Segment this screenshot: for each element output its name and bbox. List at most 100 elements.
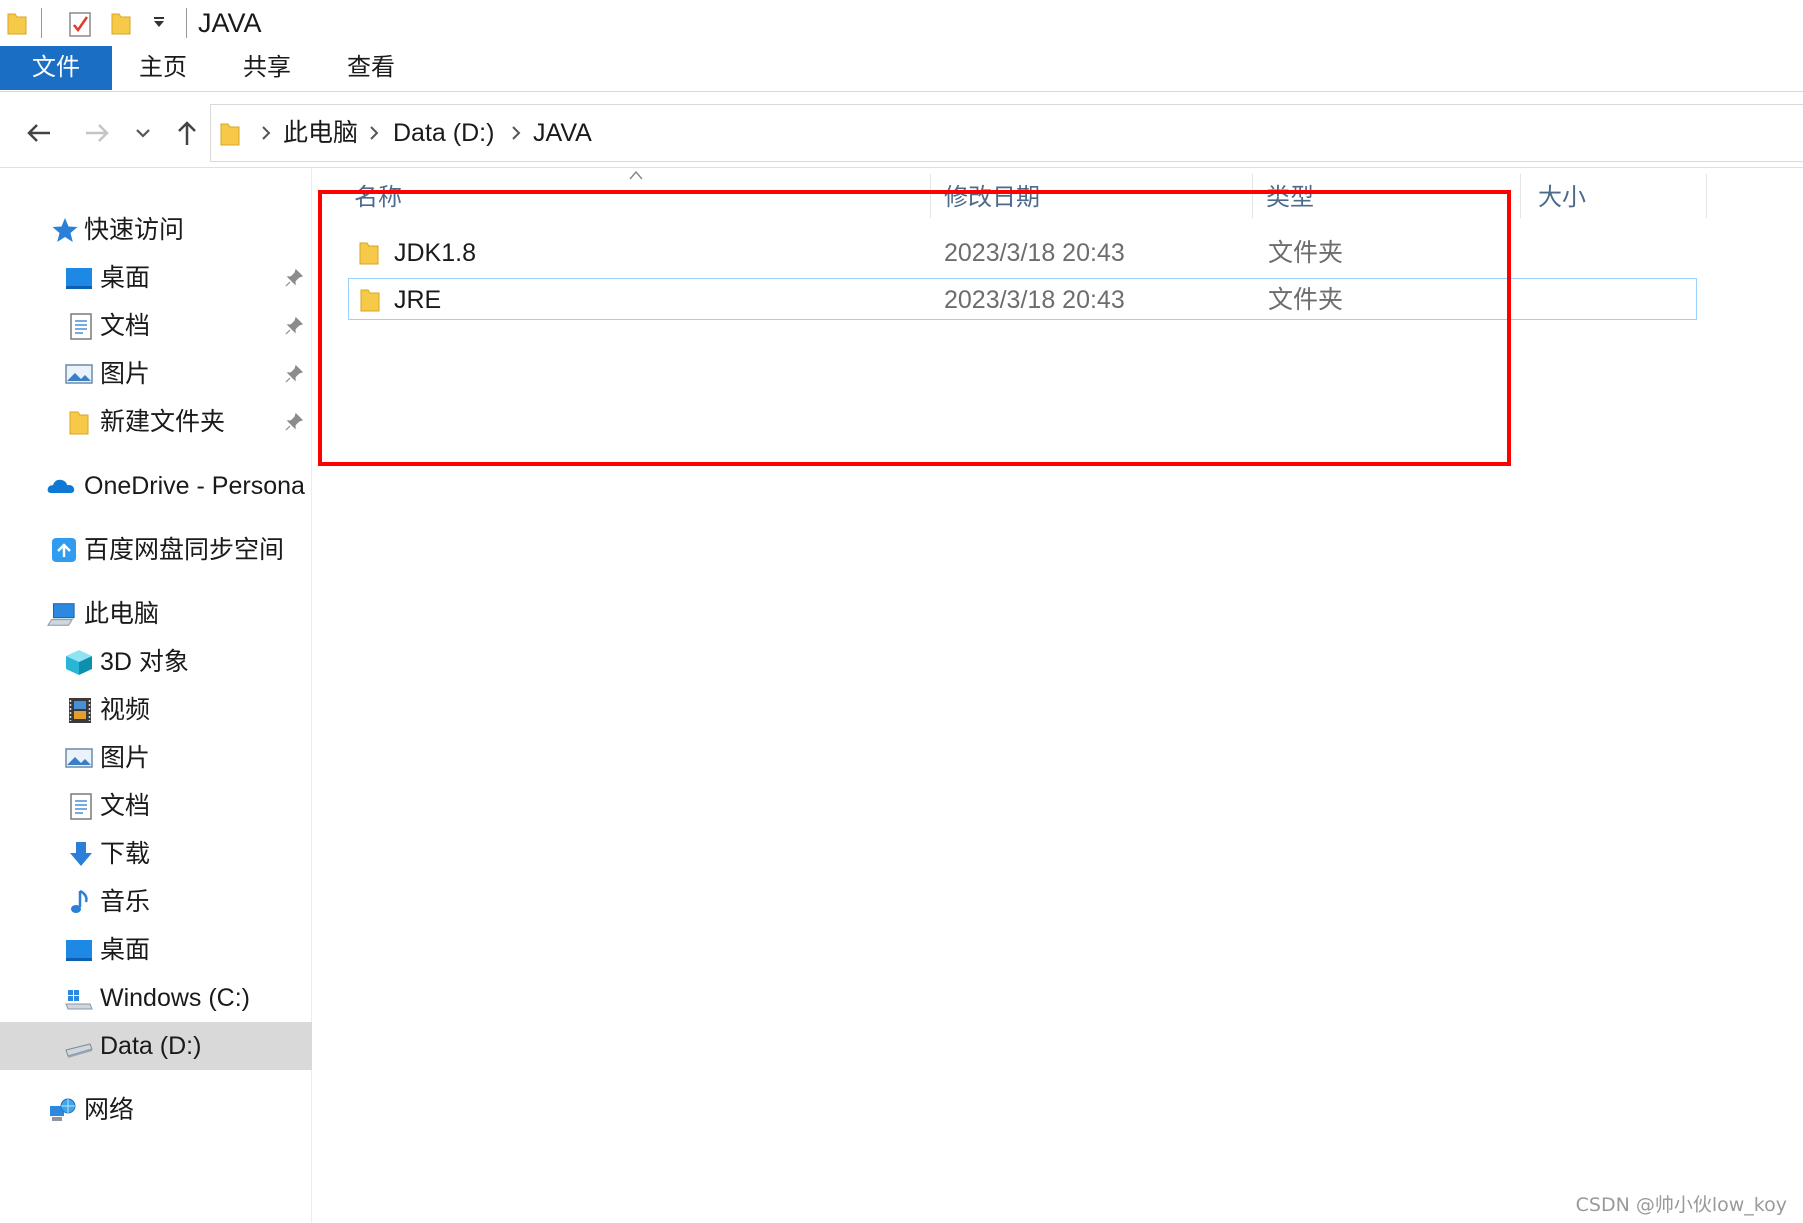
sort-ascending-caret-icon [629,170,643,180]
chevron-right-icon[interactable] [259,125,273,141]
column-header-size[interactable]: 大小 [1538,178,1586,218]
sidebar-item-label: 桌面 [100,264,151,292]
sidebar-item-label: 桌面 [100,936,151,964]
sidebar-item-baidu-sync[interactable]: 百度网盘同步空间 [0,526,312,574]
pictures-icon [65,748,93,768]
sidebar-item-label: 网络 [84,1096,135,1124]
address-bar[interactable]: 此电脑 Data (D:) JAVA [210,104,1803,162]
sidebar-item-music[interactable]: 音乐 [0,878,312,926]
column-divider[interactable] [1520,174,1521,218]
sidebar-item-documents-pc[interactable]: 文档 [0,782,312,830]
chevron-right-icon[interactable] [367,125,381,141]
customize-dropdown-icon[interactable] [152,16,166,28]
music-icon [71,889,88,913]
documents-icon [70,793,92,820]
sidebar-item-label: 文档 [100,792,151,820]
tab-home[interactable]: 主页 [130,46,196,90]
documents-icon [70,313,92,340]
sidebar-item-onedrive[interactable]: OneDrive - Persona [0,462,312,510]
pin-icon[interactable] [284,268,304,288]
file-row[interactable]: JDK1.8 2023/3/18 20:43 文件夹 [348,232,1697,274]
onedrive-cloud-icon [47,479,75,494]
column-header-name[interactable]: 名称 [354,178,402,218]
column-divider[interactable] [1252,174,1253,218]
sidebar-item-new-folder[interactable]: 新建文件夹 [0,398,312,446]
sidebar-item-label: 图片 [100,744,151,772]
file-modified-date: 2023/3/18 20:43 [944,239,1125,267]
file-name: JRE [394,286,442,314]
sidebar-item-windows-c[interactable]: Windows (C:) [0,974,312,1022]
sidebar-item-label: 下载 [100,840,151,868]
file-row[interactable]: JRE 2023/3/18 20:43 文件夹 [348,278,1697,320]
tab-view[interactable]: 查看 [338,46,404,90]
column-divider[interactable] [930,174,931,218]
recent-locations-chevron-down-icon[interactable] [134,124,152,142]
sidebar-item-label: 新建文件夹 [100,408,226,436]
folder-icon [359,242,379,265]
baidu-netdisk-icon [52,538,76,562]
sidebar-item-3d-objects[interactable]: 3D 对象 [0,638,312,686]
drive-icon [65,1043,93,1058]
sidebar-item-network[interactable]: 网络 [0,1086,312,1134]
sidebar-item-desktop[interactable]: 桌面 [0,254,312,302]
sidebar-item-pictures-pc[interactable]: 图片 [0,734,312,782]
column-divider[interactable] [1706,174,1707,218]
sidebar-item-data-d[interactable]: Data (D:) [0,1022,312,1070]
sidebar-item-downloads[interactable]: 下载 [0,830,312,878]
sidebar-item-label: 音乐 [100,888,151,916]
pin-icon[interactable] [284,316,304,336]
downloads-icon [70,842,92,866]
title-bar: JAVA [0,0,1803,46]
tab-share[interactable]: 共享 [234,46,300,90]
sidebar-item-label: 快速访问 [84,216,185,244]
column-header-modified[interactable]: 修改日期 [944,178,1040,218]
up-arrow-icon[interactable] [172,118,202,148]
chevron-right-icon[interactable] [509,125,523,141]
computer-icon [46,603,75,626]
pictures-icon [65,364,93,384]
column-header-type[interactable]: 类型 [1266,178,1314,218]
file-list-view: 名称 修改日期 类型 大小 JDK1.8 2023/3/18 20:43 文件夹… [316,168,1803,1223]
sidebar-item-label: OneDrive - Persona [84,472,305,500]
windows-drive-icon [65,990,93,1010]
file-type: 文件夹 [1268,239,1344,267]
file-type: 文件夹 [1268,286,1344,314]
pin-icon[interactable] [284,412,304,432]
properties-checkmark-icon[interactable] [68,10,92,38]
sidebar-item-videos[interactable]: 视频 [0,686,312,734]
sidebar-item-quick-access[interactable]: 快速访问 [0,206,312,254]
desktop-icon [66,268,92,289]
3d-objects-icon [66,650,92,675]
sidebar-item-pictures[interactable]: 图片 [0,350,312,398]
toolbar-divider [186,8,187,38]
window-title: JAVA [198,8,262,38]
videos-icon [69,698,91,723]
sidebar-item-documents[interactable]: 文档 [0,302,312,350]
sidebar-item-desktop-pc[interactable]: 桌面 [0,926,312,974]
watermark: CSDN @帅小伙low_koy [1575,1194,1787,1216]
file-name: JDK1.8 [394,239,476,267]
navigation-bar: 此电脑 Data (D:) JAVA [0,98,1803,168]
desktop-icon [66,940,92,961]
sidebar-item-label: 3D 对象 [100,648,189,676]
tab-file[interactable]: 文件 [0,46,112,90]
pin-icon[interactable] [284,364,304,384]
folder-icon [69,411,89,435]
breadcrumb-java[interactable]: JAVA [533,105,592,161]
folder-icon[interactable] [6,10,28,36]
breadcrumb-data-drive[interactable]: Data (D:) [393,105,494,161]
ribbon-tabs: 文件 主页 共享 查看 [0,46,1803,92]
folder-icon [220,123,240,146]
sidebar-item-label: Data (D:) [100,1032,202,1060]
back-arrow-icon[interactable] [24,118,54,148]
forward-arrow-icon[interactable] [82,118,112,148]
new-folder-icon[interactable] [110,10,132,36]
toolbar-divider [41,8,42,38]
breadcrumb-this-pc[interactable]: 此电脑 [283,105,358,161]
sidebar-item-label: 文档 [100,312,151,340]
sidebar-item-label: Windows (C:) [100,984,251,1012]
sidebar-item-label: 视频 [100,696,151,724]
file-modified-date: 2023/3/18 20:43 [944,286,1125,314]
folder-icon [360,289,380,312]
sidebar-item-this-pc[interactable]: 此电脑 [0,590,312,638]
